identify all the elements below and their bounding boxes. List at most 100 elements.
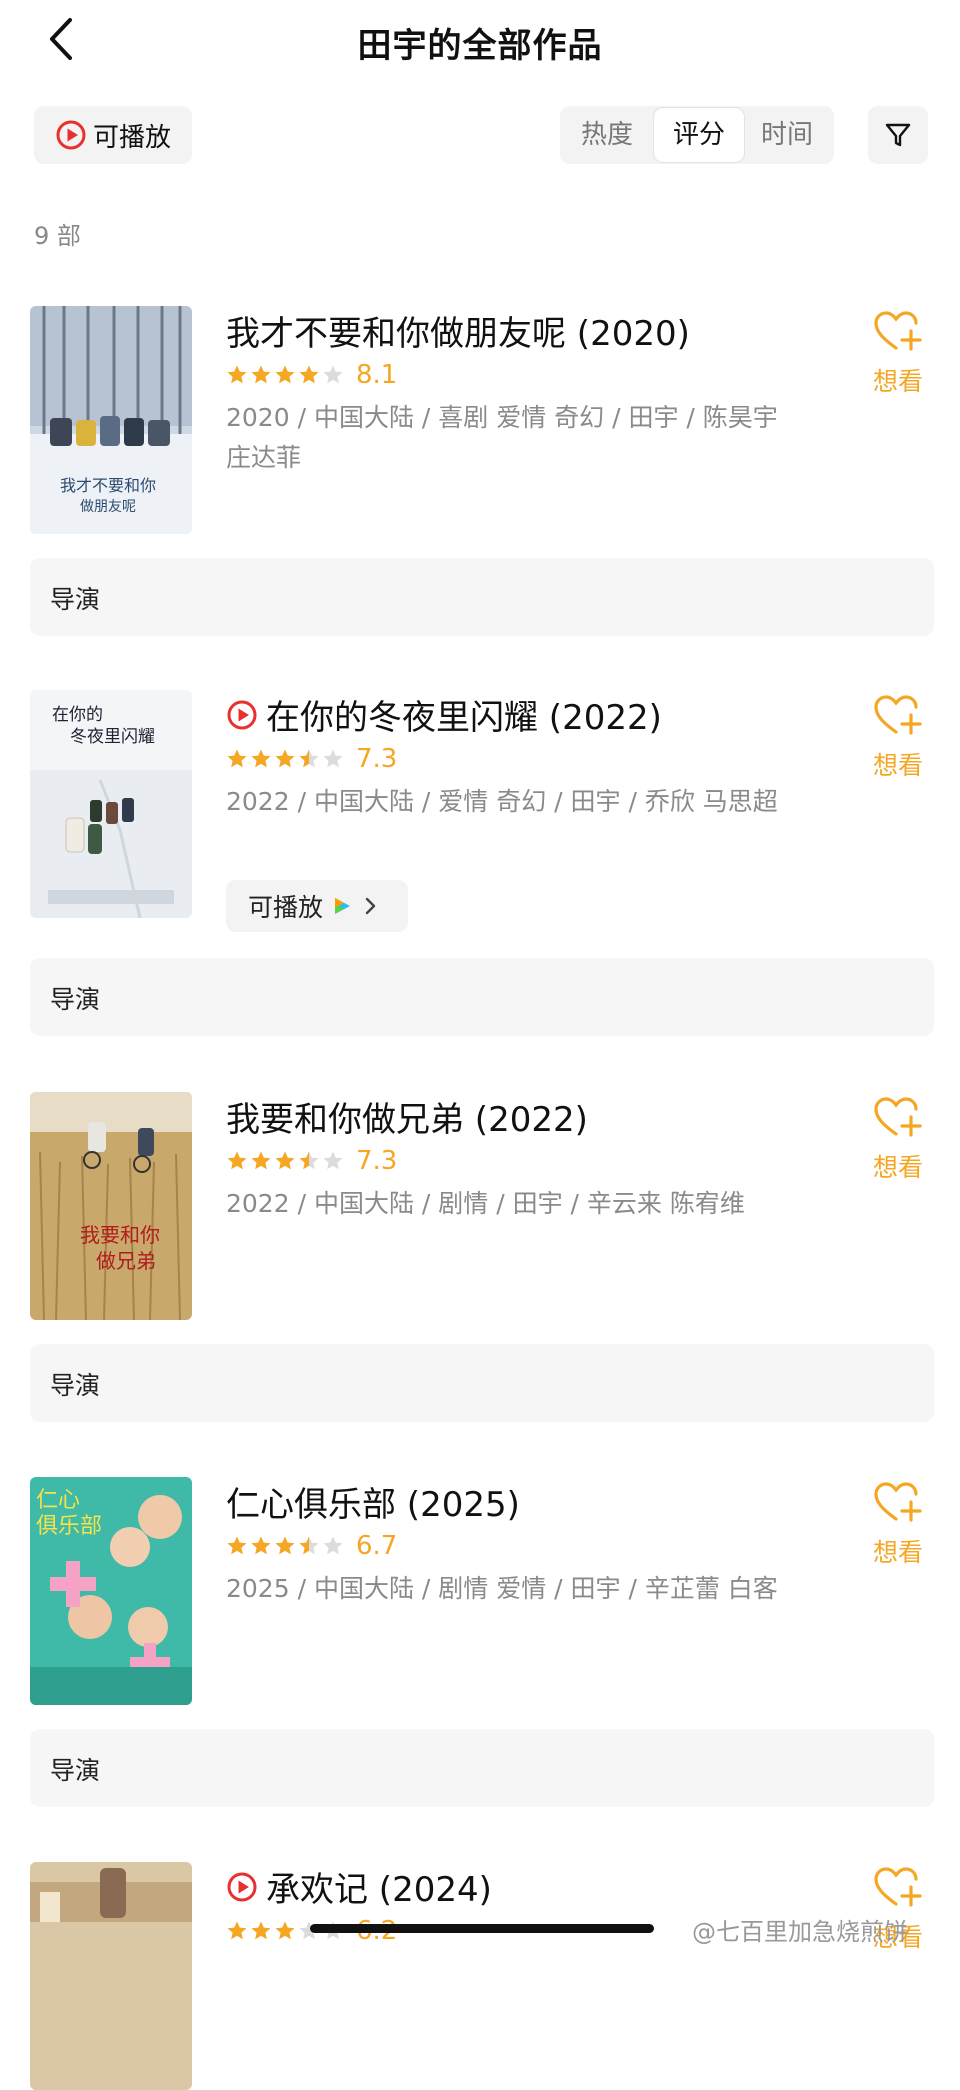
rating-row: 7.3 — [226, 744, 397, 774]
play-circle-icon — [56, 120, 86, 150]
star-icon — [275, 1536, 295, 1555]
star-icon — [299, 1536, 319, 1555]
play-circle-icon — [227, 1872, 257, 1901]
star-icon — [227, 365, 247, 384]
want-to-watch-button[interactable]: 想看 — [868, 1096, 928, 1184]
star-icon — [227, 1151, 247, 1170]
want-to-watch-label: 想看 — [872, 1538, 923, 1567]
rating-row: 8.1 — [226, 360, 397, 390]
watermark: @七百里加急烧煎饼 — [692, 1918, 908, 1946]
role-label: 导演 — [50, 585, 101, 614]
star-icon — [275, 749, 295, 768]
star-icon — [323, 1536, 343, 1555]
star-rating — [226, 748, 344, 770]
star-icon — [251, 1921, 271, 1940]
sort-segmented-control: 热度 评分 时间 — [560, 106, 834, 164]
want-to-watch-button[interactable]: 想看 — [868, 694, 928, 782]
star-icon — [251, 749, 271, 768]
work-title-text: 承欢记 (2024) — [266, 1870, 492, 1910]
svg-text:我要和你: 我要和你 — [80, 1223, 160, 1247]
work-meta: 2022 / 中国大陆 / 剧情 / 田宇 / 辛云来 陈宥维 — [226, 1189, 745, 1218]
play-circle-icon — [227, 700, 257, 729]
rating-score: 8.1 — [356, 360, 398, 390]
role-label: 导演 — [50, 1756, 101, 1785]
playable-filter-button[interactable]: 可播放 — [34, 106, 192, 164]
rating-score: 7.3 — [356, 1146, 398, 1176]
svg-text:冬夜里闪耀: 冬夜里闪耀 — [70, 727, 155, 747]
star-icon — [299, 1151, 319, 1170]
playable-chip[interactable]: 可播放 — [226, 880, 408, 932]
header: 田宇的全部作品 — [0, 0, 960, 84]
want-to-watch-button[interactable]: 想看 — [868, 1481, 928, 1569]
star-icon — [323, 1151, 343, 1170]
star-icon — [323, 365, 343, 384]
role-bar: 导演 — [30, 558, 934, 636]
page-title: 田宇的全部作品 — [357, 26, 603, 66]
rating-score: 7.3 — [356, 744, 398, 774]
star-icon — [275, 1151, 295, 1170]
heart-plus-icon — [874, 1867, 922, 1907]
work-title-text: 在你的冬夜里闪耀 (2022) — [266, 698, 662, 738]
rating-row: 7.3 — [226, 1146, 397, 1176]
filter-button[interactable] — [868, 106, 928, 164]
funnel-icon — [885, 123, 911, 147]
role-bar: 导演 — [30, 958, 934, 1036]
poster-image[interactable]: 仁心 俱乐部 — [30, 1477, 192, 1705]
work-title[interactable]: 我才不要和你做朋友呢 (2020) — [226, 306, 690, 355]
star-icon — [299, 365, 319, 384]
poster-image[interactable]: 我要和你 做兄弟 — [30, 1092, 192, 1320]
svg-text:仁心: 仁心 — [36, 1488, 80, 1513]
heart-plus-icon — [874, 311, 922, 351]
star-icon — [323, 749, 343, 768]
role-label: 导演 — [50, 985, 101, 1014]
poster-image[interactable] — [30, 1862, 192, 2090]
work-meta: 2022 / 中国大陆 / 爱情 奇幻 / 田宇 / 乔欣 马思超 — [226, 787, 778, 816]
heart-plus-icon — [874, 695, 922, 735]
work-title[interactable]: 仁心俱乐部 (2025) — [226, 1477, 520, 1526]
star-icon — [251, 365, 271, 384]
rating-score: 6.7 — [356, 1531, 398, 1561]
work-title[interactable]: 我要和你做兄弟 (2022) — [226, 1092, 588, 1141]
star-icon — [227, 1921, 247, 1940]
star-icon — [227, 1536, 247, 1555]
star-rating — [226, 364, 344, 386]
svg-text:做兄弟: 做兄弟 — [96, 1249, 156, 1273]
want-to-watch-label: 想看 — [872, 751, 923, 780]
want-to-watch-label: 想看 — [872, 1153, 923, 1182]
work-meta: 2025 / 中国大陆 / 剧情 爱情 / 田宇 / 辛芷蕾 白客 — [226, 1574, 778, 1603]
star-icon — [227, 749, 247, 768]
home-indicator — [310, 1924, 654, 1933]
streaming-platform-icon — [335, 898, 351, 914]
svg-text:在你的: 在你的 — [52, 705, 103, 725]
work-title[interactable]: 在你的冬夜里闪耀 (2022) — [226, 690, 662, 739]
chevron-right-icon — [365, 897, 376, 915]
star-icon — [251, 1151, 271, 1170]
rating-row: 6.7 — [226, 1531, 397, 1561]
want-to-watch-label: 想看 — [872, 367, 923, 396]
heart-plus-icon — [874, 1482, 922, 1522]
heart-plus-icon — [874, 1097, 922, 1137]
star-rating — [226, 1535, 344, 1557]
work-title[interactable]: 承欢记 (2024) — [226, 1862, 492, 1911]
star-icon — [251, 1536, 271, 1555]
role-bar: 导演 — [30, 1344, 934, 1422]
work-count: 9 部 — [34, 222, 81, 250]
role-bar: 导演 — [30, 1729, 934, 1807]
star-icon — [275, 1921, 295, 1940]
star-icon — [275, 365, 295, 384]
star-icon — [299, 749, 319, 768]
poster-image[interactable]: 我才不要和你 做朋友呢 — [30, 306, 192, 534]
role-label: 导演 — [50, 1371, 101, 1400]
svg-text:我才不要和你: 我才不要和你 — [60, 476, 156, 495]
sort-option-time[interactable]: 时间 — [742, 106, 832, 164]
svg-text:做朋友呢: 做朋友呢 — [80, 499, 136, 515]
sort-option-popularity[interactable]: 热度 — [562, 106, 652, 164]
playable-filter-label: 可播放 — [92, 122, 171, 153]
poster-image[interactable]: 在你的 冬夜里闪耀 — [30, 690, 192, 918]
work-meta: 2020 / 中国大陆 / 喜剧 爱情 奇幻 / 田宇 / 陈昊宇 庄达菲 — [226, 403, 778, 472]
playable-chip-label: 可播放 — [248, 893, 324, 922]
want-to-watch-button[interactable]: 想看 — [868, 310, 928, 398]
sort-option-rating[interactable]: 评分 — [654, 108, 744, 162]
star-rating — [226, 1150, 344, 1172]
svg-text:俱乐部: 俱乐部 — [36, 1514, 102, 1539]
